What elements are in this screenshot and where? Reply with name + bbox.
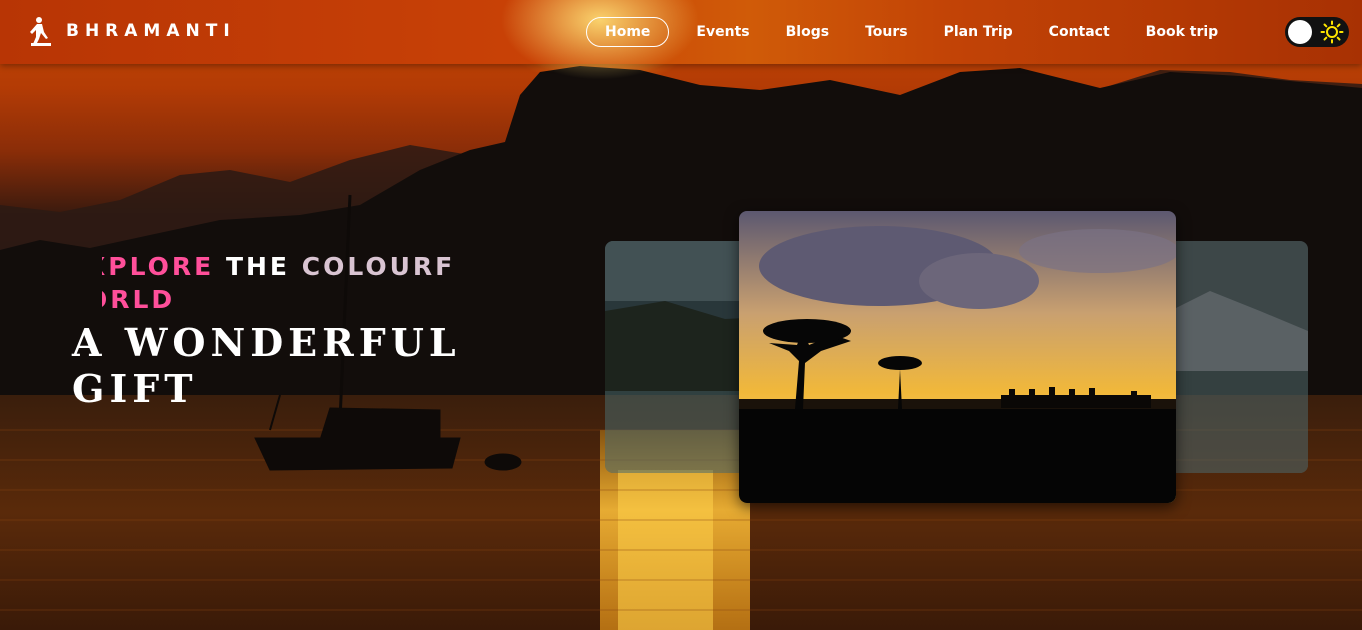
hero-headline: A WONDERFUL GIFT xyxy=(72,320,492,412)
hero-tagline-line2: ORLD xyxy=(102,285,176,314)
sun-icon xyxy=(1320,20,1344,44)
hero-tagline: XPLORE THE COLOURF ORLD xyxy=(102,250,492,316)
navbar: BHRAMANTI Home Events Blogs Tours Plan T… xyxy=(0,0,1362,80)
nav-home[interactable]: Home xyxy=(586,17,670,47)
tagline-word-colourful: COLOURF xyxy=(301,252,456,281)
hero-tagline-line1: XPLORE THE COLOURF xyxy=(102,250,492,283)
brand-name: BHRAMANTI xyxy=(66,21,236,41)
tagline-word-the: THE xyxy=(225,252,290,281)
nav-events[interactable]: Events xyxy=(696,24,749,40)
hero-section: XPLORE THE COLOURF ORLD A WONDERFUL GIFT xyxy=(0,0,1362,630)
nav-book-trip[interactable]: Book trip xyxy=(1146,24,1219,40)
carousel-slide-active[interactable] xyxy=(739,211,1176,503)
hero-headline-line1: A WONDERFUL xyxy=(72,320,461,365)
theme-toggle[interactable] xyxy=(1285,17,1349,47)
tagline-word-explore: XPLORE xyxy=(102,252,215,281)
nav-links: Home Events Blogs Tours Plan Trip Contac… xyxy=(586,17,1254,47)
hiker-icon xyxy=(30,17,51,46)
toggle-knob xyxy=(1288,20,1312,44)
nav-tours[interactable]: Tours xyxy=(865,24,908,40)
nav-blogs[interactable]: Blogs xyxy=(786,24,829,40)
nav-plan-trip[interactable]: Plan Trip xyxy=(944,24,1013,40)
nav-contact[interactable]: Contact xyxy=(1049,24,1110,40)
brand-logo[interactable]: BHRAMANTI xyxy=(28,16,236,46)
hero-headline-line2: GIFT xyxy=(72,366,198,411)
